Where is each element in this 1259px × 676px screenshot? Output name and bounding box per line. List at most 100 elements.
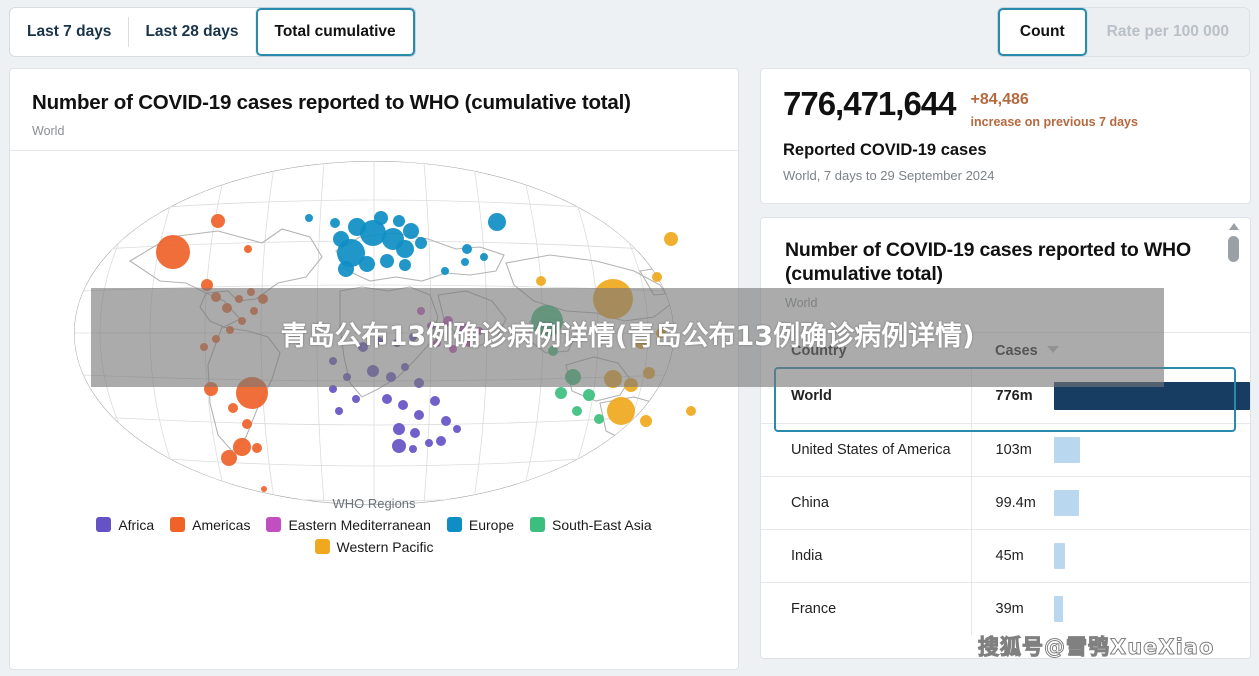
map-bubble[interactable]: [233, 437, 251, 456]
map-bubble[interactable]: [156, 234, 190, 269]
map-bubble[interactable]: [348, 217, 366, 236]
map-bubble[interactable]: [565, 368, 581, 385]
map-bubble[interactable]: [247, 287, 255, 296]
chevron-down-icon[interactable]: [1046, 346, 1059, 354]
column-header-cases[interactable]: Cases: [971, 333, 1250, 369]
map-bubble[interactable]: [635, 336, 647, 349]
map-bubble[interactable]: [380, 253, 394, 268]
map-bubble[interactable]: [465, 338, 473, 347]
map-bubble[interactable]: [414, 409, 424, 420]
map-bubble[interactable]: [604, 369, 622, 388]
map-bubble[interactable]: [664, 231, 678, 246]
map-bubble[interactable]: [461, 257, 469, 266]
map-bubble[interactable]: [329, 384, 337, 393]
map-bubble[interactable]: [204, 381, 218, 396]
map-bubble[interactable]: [375, 336, 383, 345]
map-bubble[interactable]: [427, 321, 435, 330]
legend-item-europe[interactable]: Europe: [446, 517, 514, 533]
map-bubble[interactable]: [226, 325, 234, 334]
map-bubble[interactable]: [686, 405, 696, 416]
map-bubble[interactable]: [441, 266, 449, 275]
tab-count[interactable]: Count: [997, 8, 1087, 56]
map-bubble[interactable]: [374, 210, 388, 225]
table-row[interactable]: World 776m: [761, 369, 1250, 424]
measure-toggle-group[interactable]: Count Rate per 100 000: [996, 7, 1250, 57]
map-bubble[interactable]: [656, 327, 666, 338]
tab-last-7-days[interactable]: Last 7 days: [10, 8, 128, 56]
map-bubble[interactable]: [201, 278, 213, 291]
map-bubble[interactable]: [401, 362, 409, 371]
map-bubble[interactable]: [415, 236, 427, 249]
table-row[interactable]: France 39m: [761, 582, 1250, 636]
map-bubble[interactable]: [244, 244, 252, 253]
map-plot-area[interactable]: WHO Regions Africa Americas Eastern Medi…: [10, 151, 738, 563]
map-bubble[interactable]: [393, 422, 405, 435]
map-bubble[interactable]: [572, 405, 582, 416]
map-bubble[interactable]: [200, 342, 208, 351]
map-bubble[interactable]: [449, 344, 457, 353]
map-bubble[interactable]: [409, 332, 417, 341]
column-header-country[interactable]: Country: [761, 333, 971, 369]
map-bubble[interactable]: [652, 271, 662, 282]
table-scrollbar[interactable]: [1227, 218, 1241, 658]
scroll-up-arrow-icon[interactable]: [1229, 222, 1239, 230]
map-bubble[interactable]: [624, 377, 638, 392]
map-bubble[interactable]: [607, 396, 635, 425]
map-bubble[interactable]: [643, 366, 655, 379]
map-bubble[interactable]: [583, 388, 595, 401]
map-bubble[interactable]: [393, 338, 401, 347]
map-bubble[interactable]: [531, 304, 563, 337]
table-row[interactable]: United States of America 103m: [761, 423, 1250, 477]
map-bubble[interactable]: [228, 402, 238, 413]
map-bubble[interactable]: [352, 394, 360, 403]
map-bubble[interactable]: [443, 315, 453, 326]
map-bubble[interactable]: [392, 438, 406, 453]
map-bubble[interactable]: [453, 424, 461, 433]
map-bubble[interactable]: [436, 435, 446, 446]
map-bubble[interactable]: [305, 213, 313, 222]
map-bubble[interactable]: [396, 239, 414, 258]
map-bubble[interactable]: [386, 371, 396, 382]
legend-item-south-east-asia[interactable]: South-East Asia: [530, 517, 652, 533]
map-bubble[interactable]: [242, 418, 252, 429]
map-bubble[interactable]: [338, 260, 354, 277]
legend-item-africa[interactable]: Africa: [96, 517, 154, 533]
period-toggle-group[interactable]: Last 7 days Last 28 days Total cumulativ…: [9, 7, 416, 57]
map-bubble[interactable]: [335, 406, 343, 415]
map-bubble[interactable]: [211, 291, 221, 302]
map-bubble[interactable]: [441, 415, 451, 426]
map-bubble[interactable]: [462, 243, 472, 254]
map-bubble[interactable]: [433, 338, 441, 347]
map-bubble[interactable]: [593, 278, 633, 319]
tab-rate-per-100000[interactable]: Rate per 100 000: [1087, 8, 1249, 56]
map-bubble[interactable]: [235, 294, 243, 303]
map-bubble[interactable]: [536, 275, 546, 286]
map-bubble[interactable]: [393, 214, 405, 227]
map-bubble[interactable]: [417, 306, 425, 315]
map-bubble[interactable]: [222, 302, 232, 313]
map-bubble[interactable]: [399, 258, 411, 271]
map-bubble[interactable]: [330, 217, 340, 228]
map-bubble[interactable]: [212, 334, 220, 343]
map-bubble[interactable]: [382, 393, 392, 404]
map-bubble[interactable]: [640, 414, 652, 427]
map-bubble[interactable]: [211, 213, 225, 228]
map-bubble[interactable]: [594, 413, 604, 424]
legend-item-eastern-mediterranean[interactable]: Eastern Mediterranean: [266, 517, 431, 533]
map-bubble[interactable]: [252, 442, 262, 453]
map-bubble[interactable]: [409, 444, 417, 453]
map-bubble[interactable]: [236, 376, 268, 409]
table-row[interactable]: India 45m: [761, 529, 1250, 583]
map-bubble[interactable]: [555, 386, 567, 399]
map-bubble[interactable]: [548, 345, 558, 356]
map-bubble[interactable]: [425, 438, 433, 447]
map-bubble[interactable]: [250, 306, 258, 315]
map-bubble[interactable]: [258, 293, 268, 304]
map-bubble[interactable]: [367, 364, 379, 377]
map-bubble[interactable]: [333, 230, 349, 247]
map-bubble[interactable]: [403, 222, 419, 239]
map-bubble[interactable]: [480, 252, 488, 261]
map-bubble[interactable]: [430, 395, 440, 406]
map-bubble[interactable]: [359, 255, 375, 272]
legend-item-western-pacific[interactable]: Western Pacific: [314, 539, 434, 555]
